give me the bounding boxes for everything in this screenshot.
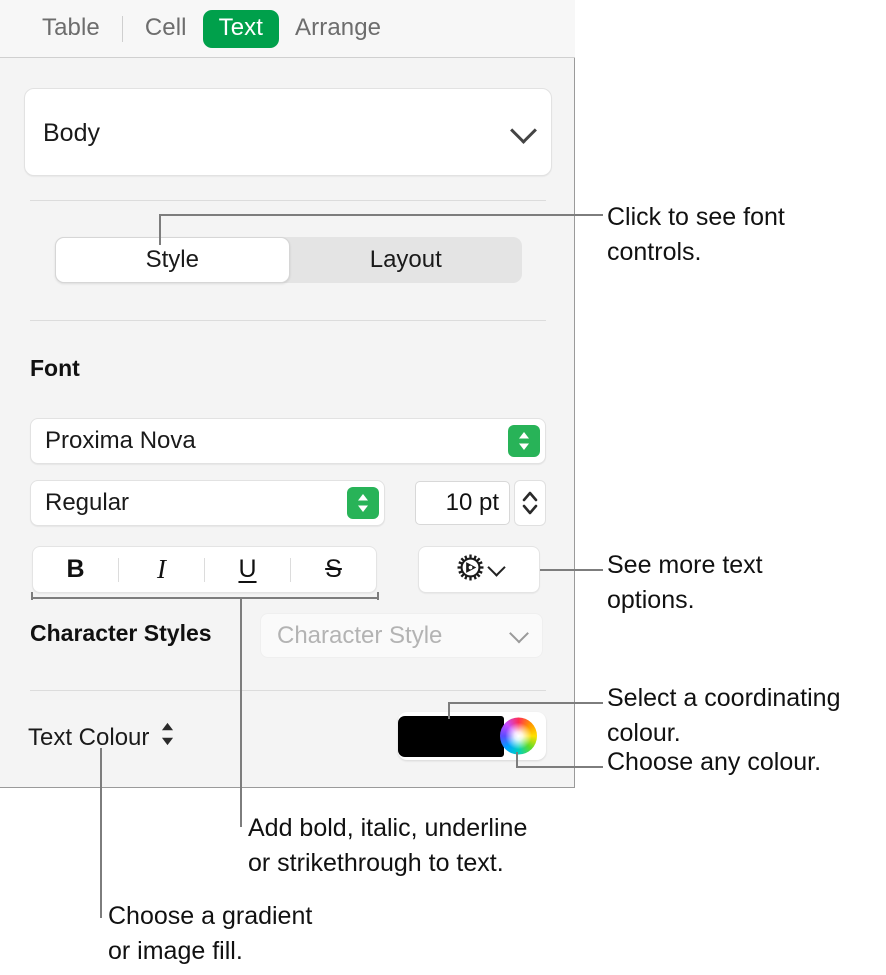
- leader-line-any-colour-h: [516, 766, 603, 768]
- font-size-stepper[interactable]: [514, 480, 546, 526]
- font-size-field[interactable]: 10 pt: [415, 481, 510, 525]
- strikethrough-button[interactable]: S: [291, 557, 376, 582]
- character-style-popup[interactable]: Character Style: [260, 613, 543, 658]
- italic-button[interactable]: I: [119, 556, 204, 583]
- character-styles-label: Character Styles: [30, 620, 212, 646]
- font-weight-value: Regular: [45, 489, 130, 516]
- leader-line-gradient-drop: [100, 748, 102, 918]
- text-colour-label-text: Text Colour: [28, 723, 150, 751]
- callout-bius: Add bold, italic, underline or strikethr…: [248, 814, 528, 877]
- tab-table[interactable]: Table: [26, 10, 116, 48]
- style-layout-segmented-control: Style Layout: [55, 237, 522, 283]
- text-colour-swatch[interactable]: [398, 716, 504, 757]
- leader-line-bius-drop: [240, 597, 242, 827]
- callout-any-colour: Choose any colour.: [607, 748, 822, 776]
- leader-line-coordinating-v: [448, 703, 450, 719]
- inspector-tab-bar: Table Cell Text Arrange: [0, 0, 575, 58]
- tab-arrange[interactable]: Arrange: [279, 10, 397, 48]
- chevron-down-icon: [510, 117, 537, 145]
- colour-wheel-icon[interactable]: [500, 717, 537, 755]
- divider-font-section: [30, 320, 546, 321]
- callout-coordinating-colour: Select a coordinating colour.: [607, 684, 841, 747]
- leader-line-more-text-h: [540, 569, 603, 571]
- divider-colour-section: [30, 690, 546, 691]
- leader-line-font-controls-h: [159, 214, 603, 216]
- tab-divider: [121, 15, 123, 42]
- segment-style[interactable]: Style: [55, 237, 290, 283]
- more-text-options-button[interactable]: [418, 546, 540, 593]
- paragraph-style-popup[interactable]: Body: [24, 88, 552, 176]
- leader-line-font-controls-v: [159, 215, 161, 245]
- callout-font-controls: Click to see font controls.: [607, 203, 785, 266]
- character-style-placeholder: Character Style: [277, 621, 443, 649]
- font-family-value: Proxima Nova: [45, 427, 196, 454]
- font-size-value: 10 pt: [445, 489, 499, 516]
- font-family-popup[interactable]: Proxima Nova: [30, 418, 546, 464]
- callout-gradient-fill: Choose a gradient or image fill.: [108, 902, 313, 965]
- leader-bracket-bius-h: [31, 597, 379, 599]
- font-section-header: Font: [30, 355, 80, 381]
- bold-button[interactable]: B: [33, 557, 118, 582]
- paragraph-style-value: Body: [43, 119, 100, 147]
- chevron-down-icon: [509, 623, 529, 645]
- colour-control-group: [398, 712, 546, 760]
- gear-icon: [455, 552, 486, 588]
- text-colour-popup[interactable]: Text Colour: [28, 721, 176, 754]
- segment-layout[interactable]: Layout: [290, 237, 523, 283]
- text-format-inspector-panel: Table Cell Text Arrange Body Style Layou…: [0, 0, 575, 788]
- tab-cell[interactable]: Cell: [129, 10, 203, 48]
- up-down-stepper-icon: [159, 721, 176, 754]
- leader-bracket-bius-right: [377, 592, 379, 600]
- callout-more-text-options: See more text options.: [607, 551, 763, 614]
- underline-button[interactable]: U: [205, 557, 290, 582]
- tab-text[interactable]: Text: [202, 9, 280, 48]
- up-down-stepper-icon[interactable]: [347, 487, 379, 519]
- chevron-down-icon: [487, 557, 506, 579]
- font-weight-popup[interactable]: Regular: [30, 480, 385, 526]
- up-down-stepper-icon[interactable]: [508, 425, 540, 457]
- text-format-button-group: B I U S: [32, 546, 377, 593]
- leader-line-coordinating-h: [448, 702, 603, 704]
- divider-top: [30, 200, 546, 201]
- leader-bracket-bius-left: [31, 592, 33, 600]
